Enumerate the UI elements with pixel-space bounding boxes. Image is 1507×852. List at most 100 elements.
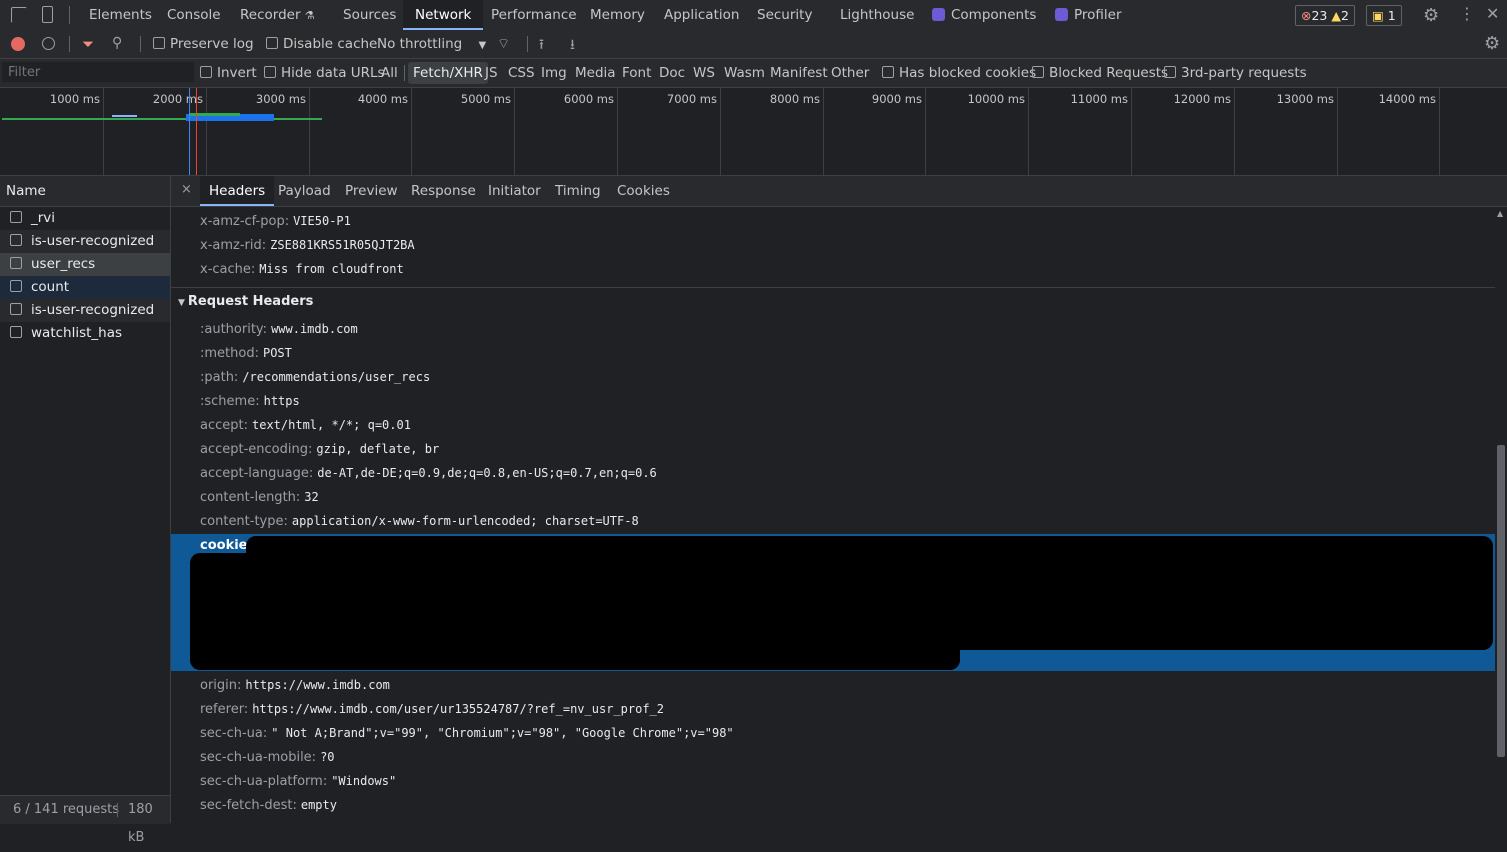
blocked-requests-checkbox[interactable]: Blocked Requests	[1032, 59, 1168, 87]
export-har-icon[interactable]: ⭳	[570, 34, 575, 58]
invert-checkbox[interactable]: Invert	[200, 59, 257, 87]
tab-memory[interactable]: Memory	[590, 0, 645, 30]
tab-timing[interactable]: Timing	[555, 176, 601, 206]
tab-console[interactable]: Console	[167, 0, 221, 30]
hide-data-urls-checkbox[interactable]: Hide data URLs	[264, 59, 385, 87]
request-name: _rvi	[31, 210, 56, 226]
issues-badge[interactable]: ▣ 1	[1366, 5, 1402, 26]
tab-sources[interactable]: Sources	[343, 0, 396, 30]
tab-headers[interactable]: Headers	[200, 176, 275, 206]
inspect-element-icon[interactable]	[11, 7, 27, 23]
blocked-requests-label: Blocked Requests	[1049, 65, 1169, 81]
search-icon[interactable]: ⚲	[112, 35, 122, 51]
error-count: 23	[1311, 8, 1328, 23]
header-row: :scheme: https	[200, 390, 300, 412]
type-filter-other[interactable]: Other	[831, 59, 869, 87]
timeline-gridline	[1234, 88, 1235, 175]
scroll-up-icon[interactable]: ▲	[1497, 209, 1503, 218]
name-column-header[interactable]: Name	[0, 176, 170, 207]
request-name: user_recs	[31, 256, 96, 272]
type-filter-wasm[interactable]: Wasm	[724, 59, 765, 87]
settings-gear-icon[interactable]: ⚙	[1423, 5, 1439, 26]
throttling-select[interactable]: No throttling ▼	[377, 30, 486, 60]
close-devtools-icon[interactable]: ✕	[1486, 4, 1499, 23]
throttling-value: No throttling	[377, 36, 463, 52]
preserve-log-checkbox[interactable]: Preserve log	[153, 30, 254, 58]
request-row-selected[interactable]: user_recs	[0, 253, 170, 276]
request-row[interactable]: is-user-recognized	[0, 230, 170, 253]
scrollbar-thumb[interactable]	[1497, 445, 1505, 757]
request-row[interactable]: _rvi	[0, 207, 170, 230]
type-filter-js[interactable]: JS	[485, 59, 498, 87]
request-headers-section-toggle[interactable]: ▼ Request Headers	[178, 292, 313, 313]
tab-components[interactable]: Components	[932, 0, 1036, 30]
type-filter-doc[interactable]: Doc	[659, 59, 685, 87]
type-filter-all[interactable]: All	[381, 59, 398, 87]
tab-network[interactable]: Network	[403, 0, 484, 30]
record-icon[interactable]	[11, 37, 25, 51]
tab-response[interactable]: Response	[411, 176, 476, 206]
type-filter-font[interactable]: Font	[622, 59, 651, 87]
flask-icon: ⚗	[304, 9, 315, 22]
type-filter-img[interactable]: Img	[541, 59, 567, 87]
checkbox-box	[1164, 66, 1176, 78]
type-filter-css[interactable]: CSS	[508, 59, 535, 87]
header-row: :path:/recommendations/user_recs	[200, 366, 430, 388]
devtools-tab-bar: Elements Console Recorder ⚗ Sources Netw…	[0, 0, 1507, 31]
tab-security[interactable]: Security	[757, 0, 812, 30]
load-event-marker	[196, 88, 197, 175]
more-options-icon[interactable]: ⋮	[1459, 4, 1475, 23]
divider	[69, 6, 70, 24]
tab-recorder[interactable]: Recorder ⚗	[240, 0, 315, 30]
device-toolbar-icon[interactable]	[42, 6, 53, 23]
request-row[interactable]: watchlist_has	[0, 322, 170, 345]
close-detail-icon[interactable]: ×	[181, 182, 192, 197]
tab-performance[interactable]: Performance	[491, 0, 577, 30]
type-filter-media[interactable]: Media	[575, 59, 616, 87]
network-overview-timeline[interactable]: 1000 ms 2000 ms 3000 ms 4000 ms 5000 ms 6000 …	[0, 88, 1507, 176]
filter-icon[interactable]: ⏷	[82, 35, 94, 53]
header-row: origin: https://www.imdb.com	[200, 674, 390, 696]
type-filter-ws[interactable]: WS	[693, 59, 715, 87]
network-conditions-icon[interactable]: ⌔	[497, 35, 510, 53]
timeline-gridline	[1131, 88, 1132, 175]
tab-preview[interactable]: Preview	[345, 176, 398, 206]
filter-input[interactable]	[2, 62, 194, 82]
import-har-icon[interactable]: ⭱	[539, 34, 544, 58]
timeline-tick-label: 5000 ms	[460, 92, 511, 106]
type-filter-manifest[interactable]: Manifest	[770, 59, 828, 87]
clear-icon[interactable]	[42, 37, 55, 50]
tab-components-label: Components	[951, 7, 1037, 23]
header-name: sec-ch-ua:	[200, 726, 268, 741]
timeline-tick-label: 12000 ms	[1173, 92, 1231, 106]
tab-initiator[interactable]: Initiator	[488, 176, 541, 206]
timeline-gridline	[617, 88, 618, 175]
timeline-tick-label: 11000 ms	[1070, 92, 1128, 106]
header-value: 32	[304, 490, 319, 504]
network-settings-gear-icon[interactable]: ⚙	[1484, 33, 1500, 54]
tab-application[interactable]: Application	[664, 0, 739, 30]
header-name: x-amz-rid:	[200, 238, 267, 253]
detail-scrollbar[interactable]: ▲	[1495, 207, 1507, 823]
triangle-down-icon: ▼	[178, 298, 185, 308]
divider	[404, 65, 405, 81]
tab-elements[interactable]: Elements	[89, 0, 152, 30]
has-blocked-cookies-checkbox[interactable]: Has blocked cookies	[882, 59, 1036, 87]
header-name: sec-ch-ua-mobile:	[200, 750, 317, 765]
tab-payload[interactable]: Payload	[278, 176, 331, 206]
type-filter-fetch-xhr[interactable]: Fetch/XHR	[408, 62, 488, 84]
checkbox-box	[882, 66, 894, 78]
cookie-header-row-selected[interactable]: cookie:	[171, 534, 1495, 671]
third-party-requests-checkbox[interactable]: 3rd-party requests	[1164, 59, 1307, 87]
checkbox-box	[10, 234, 22, 246]
filter-bar: Invert Hide data URLs All Fetch/XHR JS C…	[0, 59, 1507, 88]
react-icon	[932, 8, 945, 21]
error-count-badge[interactable]: ⊗23 ▲2	[1295, 5, 1355, 26]
header-value: ?0	[320, 750, 335, 764]
tab-lighthouse[interactable]: Lighthouse	[840, 0, 914, 30]
request-row[interactable]: count	[0, 276, 170, 299]
tab-cookies[interactable]: Cookies	[617, 176, 670, 206]
disable-cache-checkbox[interactable]: Disable cache	[266, 30, 377, 58]
request-row[interactable]: is-user-recognized	[0, 299, 170, 322]
tab-profiler[interactable]: Profiler	[1055, 0, 1122, 30]
